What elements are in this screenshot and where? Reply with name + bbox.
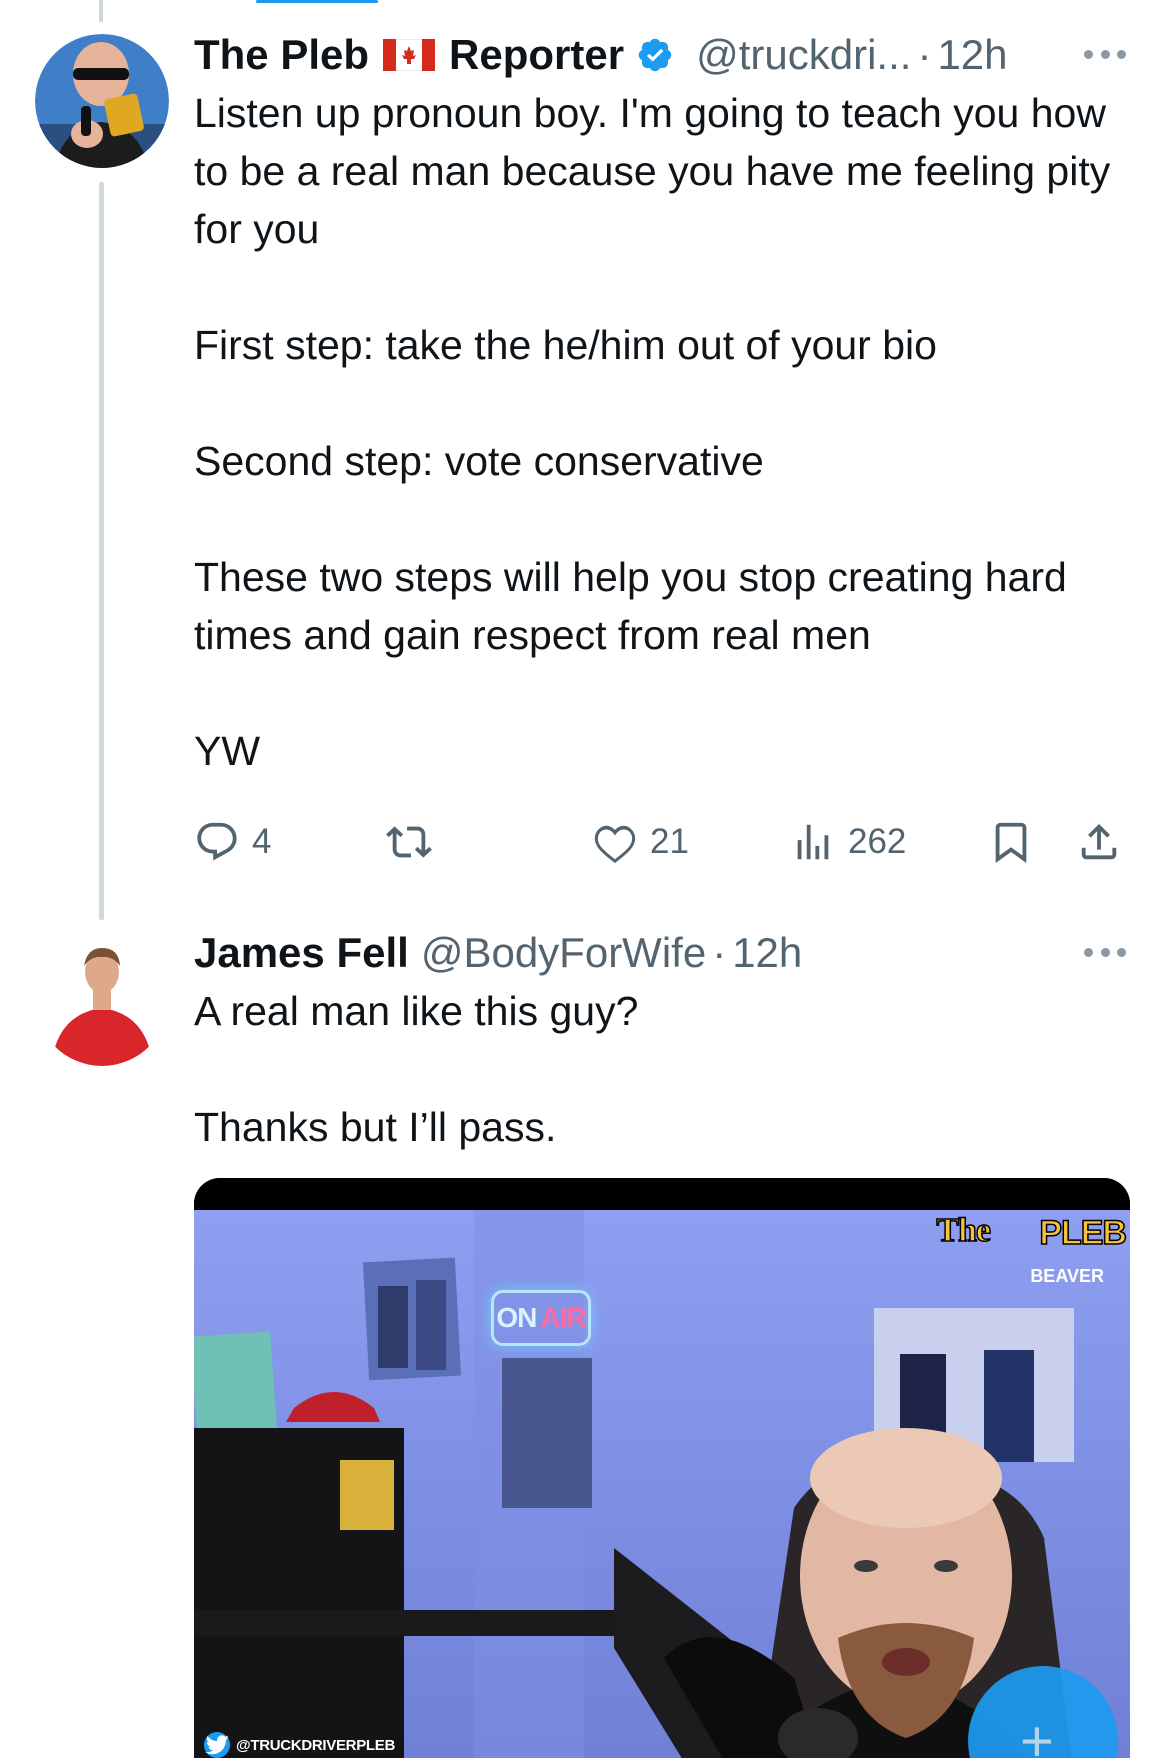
on-air-on: ON [496, 1302, 537, 1333]
tweet-paragraph: First step: take the he/him out of your … [194, 322, 937, 368]
author-name[interactable]: The Pleb [194, 26, 369, 84]
plus-icon: + [1020, 1709, 1054, 1758]
views-icon [797, 824, 829, 860]
tweet-actions: 4 21 262 [194, 812, 1136, 872]
author-name-suffix[interactable]: Reporter [449, 26, 624, 84]
tweet-time[interactable]: 12h [732, 924, 802, 982]
bookmark-icon [995, 822, 1027, 863]
tweet-paragraph: Thanks but I’ll pass. [194, 1104, 557, 1150]
tweet-paragraph: Second step: vote conservative [194, 438, 764, 484]
channel-logo-text: The [936, 1211, 992, 1250]
more-icon[interactable] [1084, 46, 1126, 62]
video-frame [194, 1178, 1130, 1758]
on-air-sign: ON AIR [491, 1290, 591, 1346]
views-button[interactable]: 262 [790, 812, 906, 872]
reply-button[interactable]: 4 [194, 812, 271, 872]
author-handle[interactable]: @BodyForWife [421, 924, 706, 982]
verified-badge-icon [636, 36, 674, 74]
like-count: 21 [650, 822, 689, 861]
tab-indicator [256, 0, 378, 3]
tweet-time[interactable]: 12h [937, 26, 1007, 84]
author-handle[interactable]: @truckdri... [696, 26, 911, 84]
share-icon [1081, 823, 1117, 860]
tweet-james-fell[interactable]: James Fell @BodyForWife · 12h A real man… [194, 924, 1136, 1156]
twitter-bird-icon [204, 1732, 230, 1758]
tweet-header: The Pleb Reporter @truckdri... · 12h [194, 26, 1136, 84]
reply-count: 4 [252, 822, 272, 861]
avatar-the-pleb[interactable] [35, 34, 169, 168]
tweet-paragraph: These two steps will help you stop creat… [194, 554, 1067, 658]
separator-dot: · [712, 929, 727, 976]
reply-icon [197, 822, 237, 861]
like-button[interactable]: 21 [592, 812, 689, 872]
view-count: 262 [848, 822, 907, 861]
tweet-body: A real man like this guy? Thanks but I’l… [194, 982, 1136, 1156]
heart-icon [594, 825, 636, 863]
separator-dot: · [917, 31, 932, 78]
retweet-button[interactable] [386, 812, 444, 872]
tweet-body: Listen up pronoun boy. I'm going to teac… [194, 84, 1136, 780]
tweet-video[interactable]: The PLEB BEAVER ON AIR @TRUCKDRIVERPLEB [194, 1178, 1130, 1758]
channel-logo-sub: BEAVER [1030, 1266, 1104, 1286]
canada-flag-icon [383, 39, 436, 71]
author-name[interactable]: James Fell [194, 924, 409, 982]
channel-logo-text: PLEB [1039, 1213, 1128, 1253]
avatar-james-fell[interactable] [35, 932, 169, 1066]
thread-line-top [99, 0, 103, 22]
bookmark-button[interactable] [988, 812, 1034, 872]
tweet-paragraph: Listen up pronoun boy. I'm going to teac… [194, 90, 1111, 252]
tweet-paragraph: A real man like this guy? [194, 988, 639, 1034]
tweet-header: James Fell @BodyForWife · 12h [194, 924, 1136, 982]
video-watermark: @TRUCKDRIVERPLEB [204, 1732, 395, 1758]
thread-line [99, 182, 104, 920]
share-button[interactable] [1076, 812, 1122, 872]
tweet-paragraph: YW [194, 728, 261, 774]
watermark-text: @TRUCKDRIVERPLEB [236, 1736, 395, 1754]
retweet-icon [386, 826, 432, 858]
more-icon[interactable] [1084, 944, 1126, 960]
on-air-air: AIR [540, 1302, 586, 1333]
tweet-the-pleb[interactable]: The Pleb Reporter @truckdri... · 12h Lis… [194, 26, 1136, 872]
